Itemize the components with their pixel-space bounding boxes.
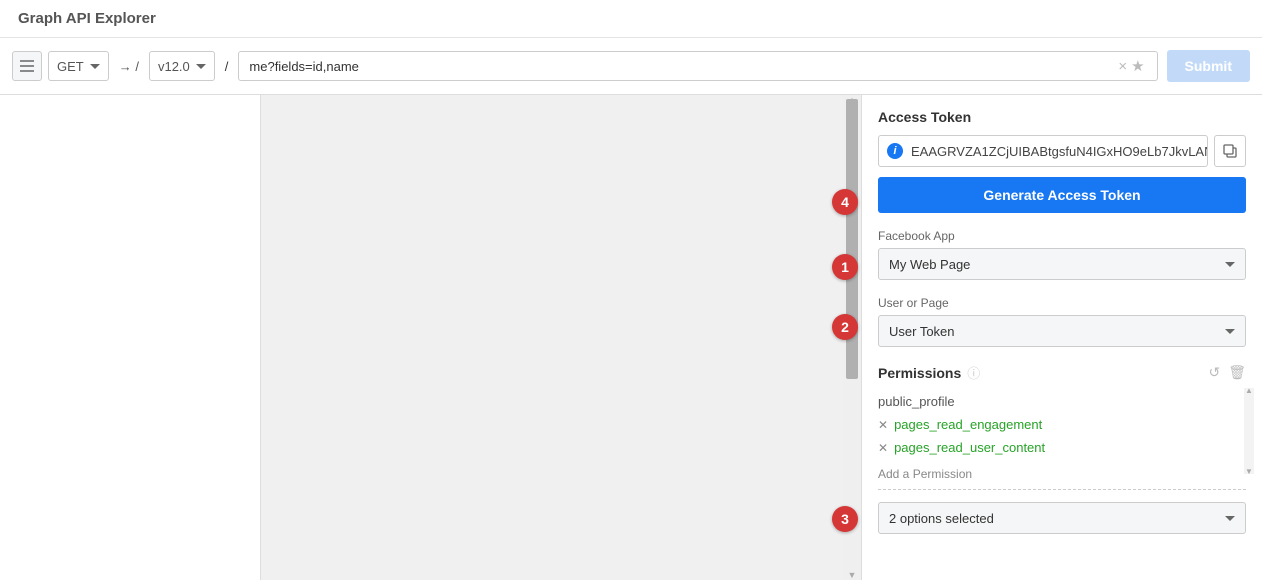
left-pane — [0, 95, 260, 580]
add-permission-link[interactable]: Add a Permission — [878, 459, 1246, 490]
remove-permission-icon[interactable]: ✕ — [878, 418, 888, 432]
facebook-app-select[interactable]: My Web Page — [878, 248, 1246, 280]
scroll-down-icon[interactable]: ▼ — [843, 570, 861, 580]
page-title: Graph API Explorer — [18, 10, 1244, 27]
permissions-list: public_profile ✕ pages_read_engagement ✕… — [878, 390, 1246, 459]
scroll-up-icon[interactable]: ▲ — [1244, 386, 1254, 395]
permission-name: pages_read_engagement — [894, 417, 1042, 432]
path-input[interactable] — [238, 51, 1158, 81]
caret-down-icon — [90, 64, 100, 69]
caret-down-icon — [196, 64, 206, 69]
access-token-heading: Access Token — [878, 109, 1246, 125]
info-icon[interactable]: i — [887, 143, 903, 159]
permission-item: ✕ pages_read_engagement — [878, 413, 1246, 436]
right-panel: Access Token i EAAGRVZA1ZCjUIBABtgsfuN4I… — [862, 95, 1262, 580]
api-version-select[interactable]: v12.0 — [149, 51, 215, 81]
access-token-field[interactable]: i EAAGRVZA1ZCjUIBABtgsfuN4IGxHO9eLb7JkvL… — [878, 135, 1208, 167]
permissions-options-select[interactable]: 2 options selected — [878, 502, 1246, 534]
annotation-callout-4: 4 — [832, 189, 858, 215]
permission-item: ✕ pages_read_user_content — [878, 436, 1246, 459]
api-version-value: v12.0 — [158, 59, 190, 74]
caret-down-icon — [1225, 262, 1235, 267]
facebook-app-value: My Web Page — [889, 257, 970, 272]
http-method-select[interactable]: GET — [48, 51, 109, 81]
response-pane: ▲ ▼ — [260, 95, 862, 580]
trash-icon[interactable]: 🗑 — [1228, 364, 1246, 381]
user-or-page-select[interactable]: User Token — [878, 315, 1246, 347]
permission-item: public_profile — [878, 390, 1246, 413]
annotation-callout-3: 3 — [832, 506, 858, 532]
annotation-callout-1: 1 — [832, 254, 858, 280]
path-input-icons: × ★ — [1118, 57, 1152, 75]
user-or-page-value: User Token — [889, 324, 955, 339]
scroll-down-icon[interactable]: ▼ — [1244, 467, 1254, 476]
path-prefix-slash: / — [221, 59, 233, 74]
star-icon[interactable]: ★ — [1131, 57, 1144, 75]
facebook-app-label: Facebook App — [878, 229, 1246, 243]
access-token-value: EAAGRVZA1ZCjUIBABtgsfuN4IGxHO9eLb7JkvLAN… — [911, 144, 1208, 159]
undo-icon[interactable]: ↺ — [1208, 364, 1220, 381]
http-method-value: GET — [57, 59, 84, 74]
request-toolbar: GET → / v12.0 / × ★ Submit — [0, 38, 1262, 95]
user-or-page-label: User or Page — [878, 296, 1246, 310]
menu-button[interactable] — [12, 51, 42, 81]
permission-name: public_profile — [878, 394, 955, 409]
menu-icon — [20, 60, 34, 72]
permissions-scrollbar[interactable]: ▲ ▼ — [1244, 388, 1254, 474]
permissions-header: Permissions ⓘ ↺ 🗑 — [878, 363, 1246, 382]
main-area: ▲ ▼ Access Token i EAAGRVZA1ZCjUIBABtgsf… — [0, 95, 1262, 580]
permissions-options-value: 2 options selected — [889, 511, 994, 526]
permission-name: pages_read_user_content — [894, 440, 1045, 455]
header: Graph API Explorer — [0, 0, 1262, 38]
caret-down-icon — [1225, 329, 1235, 334]
access-token-row: i EAAGRVZA1ZCjUIBABtgsfuN4IGxHO9eLb7JkvL… — [878, 135, 1246, 167]
arrow-slash-label: → / — [115, 59, 143, 74]
caret-down-icon — [1225, 516, 1235, 521]
submit-button[interactable]: Submit — [1167, 50, 1250, 82]
remove-permission-icon[interactable]: ✕ — [878, 441, 888, 455]
copy-icon — [1223, 144, 1237, 158]
info-icon[interactable]: ⓘ — [967, 363, 980, 382]
clear-icon[interactable]: × — [1118, 58, 1127, 75]
generate-access-token-button[interactable]: Generate Access Token — [878, 177, 1246, 213]
annotation-callout-2: 2 — [832, 314, 858, 340]
copy-token-button[interactable] — [1214, 135, 1246, 167]
permissions-heading: Permissions — [878, 365, 961, 381]
